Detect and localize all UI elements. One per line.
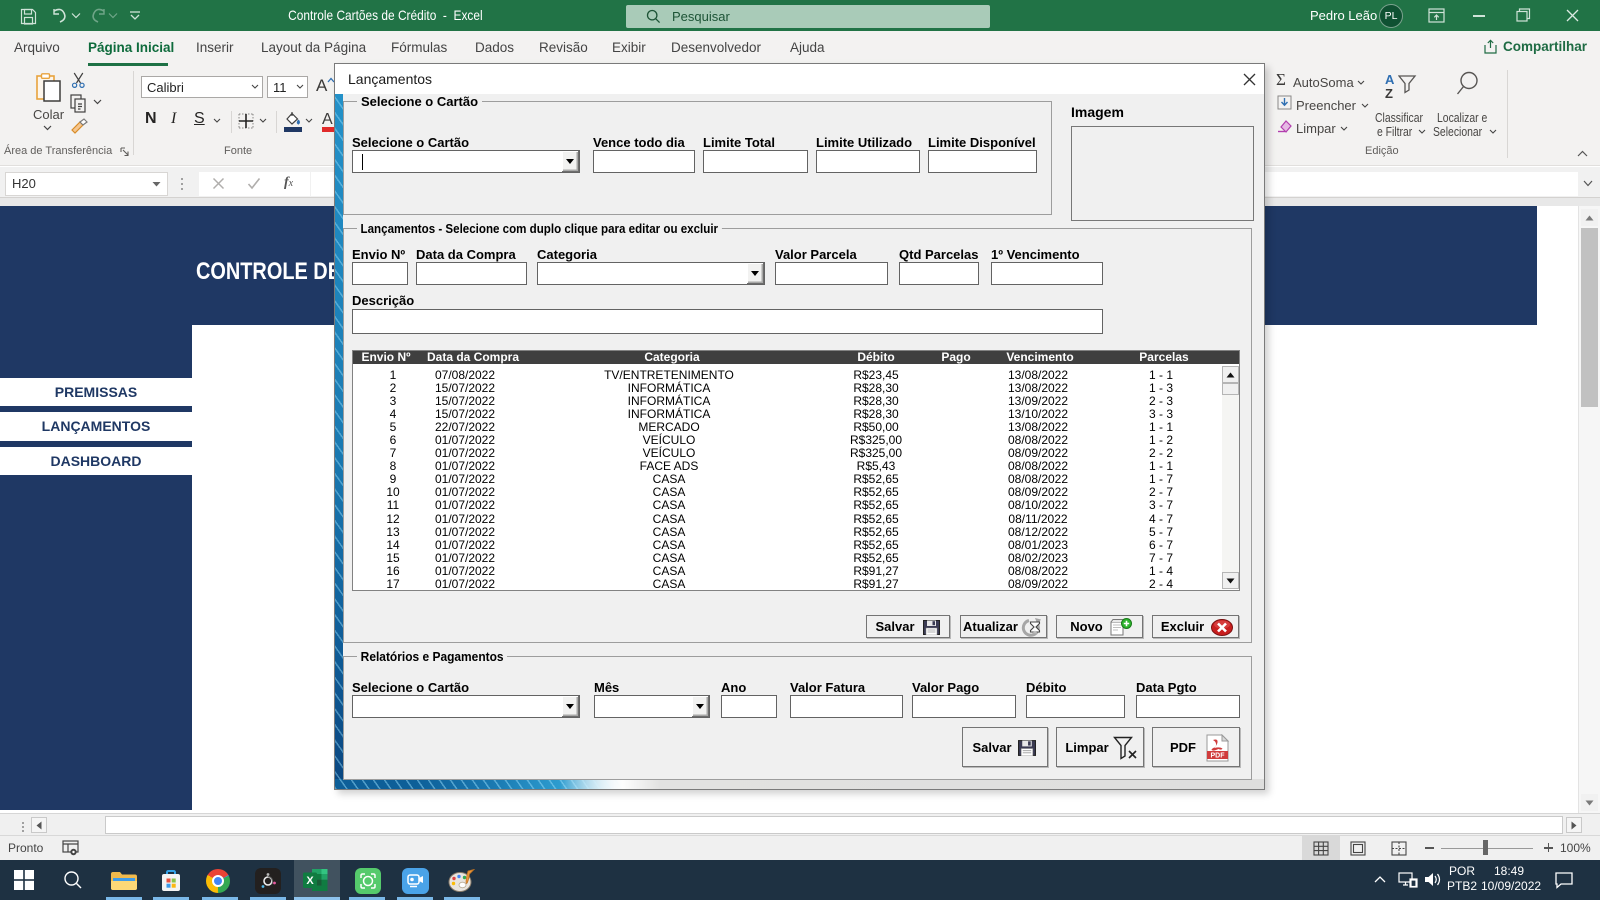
svg-text:X: X [306, 875, 314, 887]
svg-text:PDF: PDF [1211, 752, 1226, 759]
